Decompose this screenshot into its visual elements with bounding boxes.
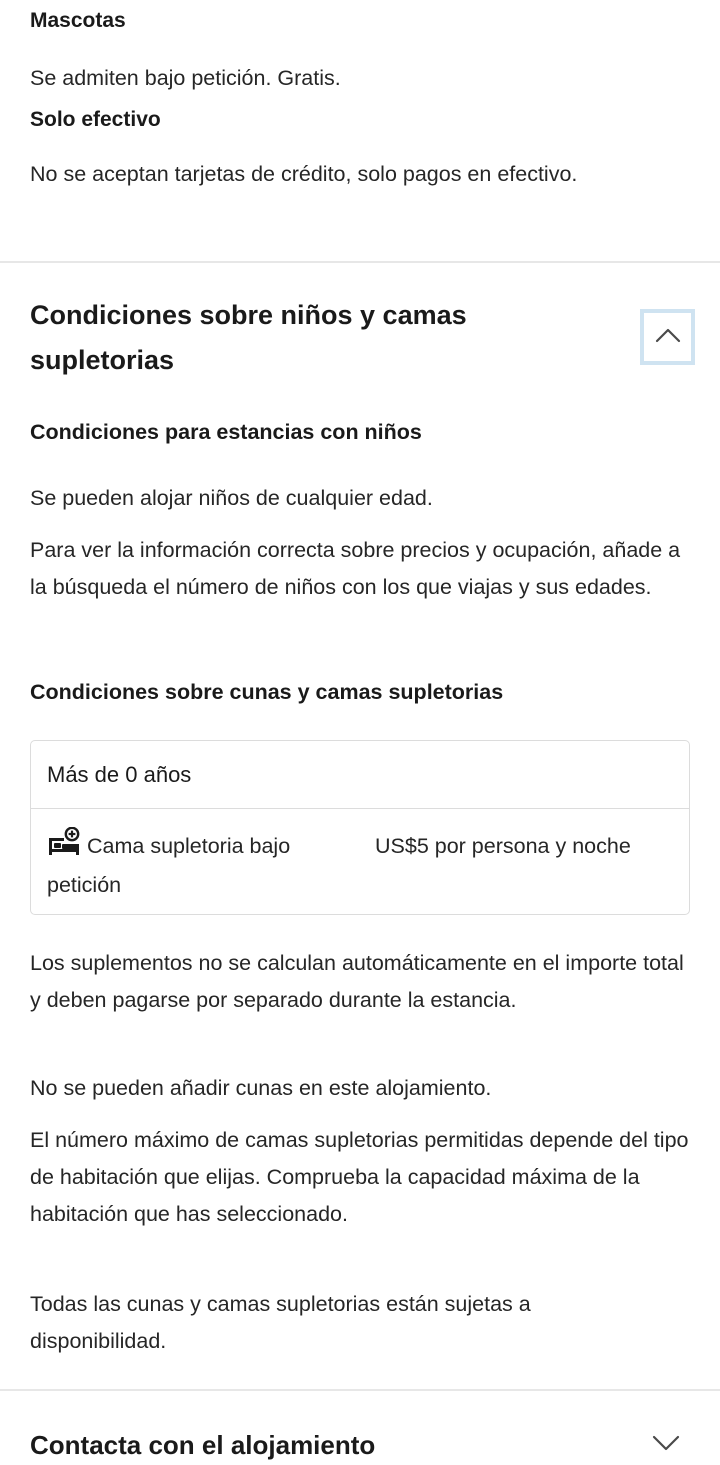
section-divider [0, 1389, 720, 1391]
chevron-up-icon [655, 327, 681, 348]
note-availability: Todas las cunas y camas supletorias está… [30, 1292, 531, 1353]
collapse-button[interactable] [640, 309, 695, 365]
contact-section-title[interactable]: Contacta con el alojamiento [30, 1428, 375, 1462]
beds-table: Más de 0 años Cama supletoria bajo petic… [30, 740, 690, 915]
payment-title: Solo efectivo [30, 108, 161, 131]
bed-label: Cama supletoria bajo petición [47, 834, 291, 897]
section-divider [0, 261, 720, 263]
extra-bed-icon [47, 826, 81, 868]
note-no-cribs: No se pueden añadir cunas en este alojam… [30, 1076, 492, 1100]
payment-text: No se aceptan tarjetas de crédito, solo … [30, 162, 578, 186]
pets-title: Mascotas [30, 9, 126, 32]
stays-text-1: Se pueden alojar niños de cualquier edad… [30, 486, 433, 510]
age-header: Más de 0 años [31, 741, 689, 809]
chevron-down-icon[interactable] [652, 1434, 680, 1457]
pets-text: Se admiten bajo petición. Gratis. [30, 66, 341, 90]
stays-title: Condiciones para estancias con niños [30, 420, 422, 444]
bed-price: US$5 por persona y noche [375, 834, 631, 858]
beds-title: Condiciones sobre cunas y camas supletor… [30, 680, 504, 704]
stays-text-2: Para ver la información correcta sobre p… [30, 538, 681, 599]
table-row: Cama supletoria bajo petición US$5 por p… [31, 809, 689, 914]
children-section-title: Condiciones sobre niños y camas supletor… [30, 300, 467, 375]
note-max-beds: El número máximo de camas supletorias pe… [30, 1128, 689, 1226]
note-supplements: Los suplementos no se calculan automátic… [30, 951, 684, 1012]
